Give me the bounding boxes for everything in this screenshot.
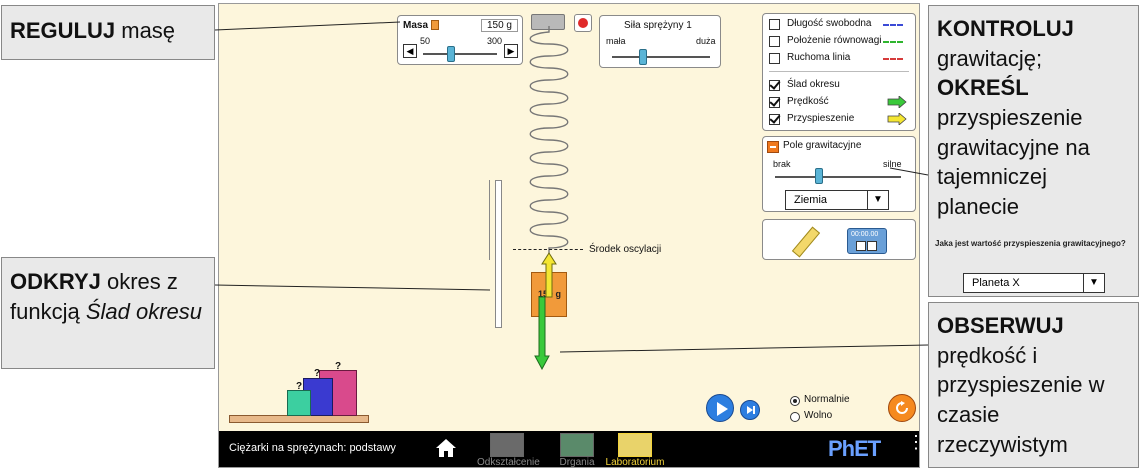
play-button[interactable] xyxy=(706,394,734,422)
tab-2[interactable]: Laboratorium xyxy=(605,433,665,468)
mass-decrease-button[interactable]: ◀ xyxy=(403,44,417,58)
options-panel: Długość swobodna Położenie równowagi Rucho… xyxy=(762,13,916,131)
spring-max-label: duża xyxy=(696,36,716,46)
reset-all-button[interactable] xyxy=(888,394,916,422)
tab-thumbnail-2 xyxy=(618,433,652,457)
sim-title: Ciężarki na sprężynach: podstawy xyxy=(229,442,396,454)
option-checkbox-2[interactable] xyxy=(769,53,780,64)
mystery-mass-shelf xyxy=(229,415,369,423)
period-trace-bar xyxy=(495,180,502,328)
tab-1[interactable]: Drgania xyxy=(547,433,607,468)
option-line-marker-0 xyxy=(883,24,903,26)
phet-logo[interactable]: PhET xyxy=(828,436,881,462)
gravity-panel: Pole grawitacyjne brak silne Ziemia ▼ xyxy=(762,136,916,212)
option-checkbox-3[interactable] xyxy=(769,80,780,91)
option-checkbox-1[interactable] xyxy=(769,36,780,47)
simulation-area: Masa 150 g 50 300 ◀ ▶ Siła sprężyny 1 ma… xyxy=(218,3,920,468)
gravity-title: Pole grawitacyjne xyxy=(783,140,862,151)
speed-normal-label: Normalnie xyxy=(804,394,850,405)
ruler-tool[interactable] xyxy=(791,226,821,258)
tab-0[interactable]: Odkształcenie xyxy=(477,433,540,468)
tools-panel: 00:00.00 xyxy=(762,219,916,260)
tab-thumbnail-1 xyxy=(560,433,594,457)
oscillation-center-line xyxy=(513,249,583,250)
mystery-mass-pink-question: ? xyxy=(335,361,342,372)
callout-obserwuj: OBSERWUJ prędkość i przyspieszenie w cza… xyxy=(928,302,1139,468)
speed-normal-radio[interactable] xyxy=(790,396,800,406)
mass-value: 150 g xyxy=(480,19,518,32)
option-label-3: Ślad okresu xyxy=(787,79,840,90)
mass-icon xyxy=(431,20,439,30)
callout-odkryj: ODKRYJ okres z funkcją Ślad okresu xyxy=(1,257,215,369)
gravity-select-value: Ziemia xyxy=(794,194,828,206)
tab-label-0: Odkształcenie xyxy=(477,457,540,468)
home-button[interactable] xyxy=(435,437,457,459)
reset-icon xyxy=(896,401,908,414)
callout-reguluj: REGULUJ masę xyxy=(1,5,215,60)
option-checkbox-4[interactable] xyxy=(769,97,780,108)
gravity-collapse-icon[interactable] xyxy=(767,141,779,153)
mass-panel: Masa 150 g 50 300 ◀ ▶ xyxy=(397,15,523,65)
option-label-2: Ruchoma linia xyxy=(787,52,851,63)
period-trace-marker xyxy=(489,180,490,260)
options-divider xyxy=(769,71,909,72)
tab-label-2: Laboratorium xyxy=(605,457,665,468)
gravity-question: Jaka jest wartość przyspieszenia grawita… xyxy=(935,239,1126,248)
option-line-marker-2 xyxy=(883,58,903,60)
gravity-max-label: silne xyxy=(883,159,902,169)
mystery-mass-green[interactable] xyxy=(287,390,311,416)
speed-slow-label: Wolno xyxy=(804,410,833,421)
home-icon xyxy=(436,439,456,457)
stopwatch-display: 00:00.00 xyxy=(851,231,879,238)
stopwatch-tool[interactable]: 00:00.00 xyxy=(847,228,887,254)
menu-icon[interactable]: ⋮ xyxy=(907,433,919,451)
option-arrow-icon-4 xyxy=(887,96,907,108)
mass-max-label: 300 xyxy=(487,36,503,46)
option-label-1: Położenie równowagi xyxy=(787,35,882,46)
option-label-5: Przyspieszenie xyxy=(787,113,855,124)
oscillation-center-label: Środek oscylacji xyxy=(589,244,662,255)
option-line-marker-1 xyxy=(883,41,903,43)
speed-slow-radio[interactable] xyxy=(790,412,800,422)
spring-coil xyxy=(529,26,569,261)
stop-icon xyxy=(578,18,588,28)
spring-slider-thumb[interactable] xyxy=(639,49,647,65)
mass-min-label: 50 xyxy=(420,36,431,46)
planet-select-value: Planeta X xyxy=(972,277,1020,289)
mass-slider-thumb[interactable] xyxy=(447,46,455,62)
acceleration-arrow xyxy=(541,252,557,298)
mystery-mass-blue-question: ? xyxy=(314,368,321,379)
spring-slider-track[interactable] xyxy=(612,56,710,58)
option-checkbox-0[interactable] xyxy=(769,19,780,30)
play-icon xyxy=(717,402,728,416)
gravity-slider-thumb[interactable] xyxy=(815,168,823,184)
gravity-slider-track[interactable] xyxy=(775,176,901,178)
stopwatch-play-icon xyxy=(867,241,877,251)
spring-strength-panel: Siła sprężyny 1 mała duża xyxy=(599,15,721,68)
stopwatch-reset-icon xyxy=(856,241,866,251)
spring-min-label: mała xyxy=(606,36,626,46)
gravity-min-label: brak xyxy=(773,159,791,169)
spring-strength-label: Siła sprężyny 1 xyxy=(624,20,692,31)
callout-kontroluj: KONTROLUJ grawitację; OKREŚL przyspiesze… xyxy=(928,5,1139,297)
navigation-bar: Ciężarki na sprężynach: podstawy Odkszta… xyxy=(219,431,919,467)
mass-slider-track[interactable] xyxy=(423,53,497,55)
mass-increase-button[interactable]: ▶ xyxy=(504,44,518,58)
option-arrow-icon-5 xyxy=(887,113,907,125)
step-button[interactable] xyxy=(740,400,760,420)
tab-label-1: Drgania xyxy=(559,457,595,468)
option-label-0: Długość swobodna xyxy=(787,18,872,29)
mass-label: Masa xyxy=(403,20,429,31)
planet-select[interactable]: Planeta X ▼ xyxy=(963,273,1105,293)
option-label-4: Prędkość xyxy=(787,96,829,107)
chevron-down-icon: ▼ xyxy=(867,191,888,209)
mystery-mass-green-question: ? xyxy=(296,381,303,392)
chevron-down-icon: ▼ xyxy=(1083,274,1104,292)
gravity-select[interactable]: Ziemia ▼ xyxy=(785,190,889,210)
option-checkbox-5[interactable] xyxy=(769,114,780,125)
velocity-arrow xyxy=(534,296,550,370)
tab-thumbnail-0 xyxy=(490,433,524,457)
